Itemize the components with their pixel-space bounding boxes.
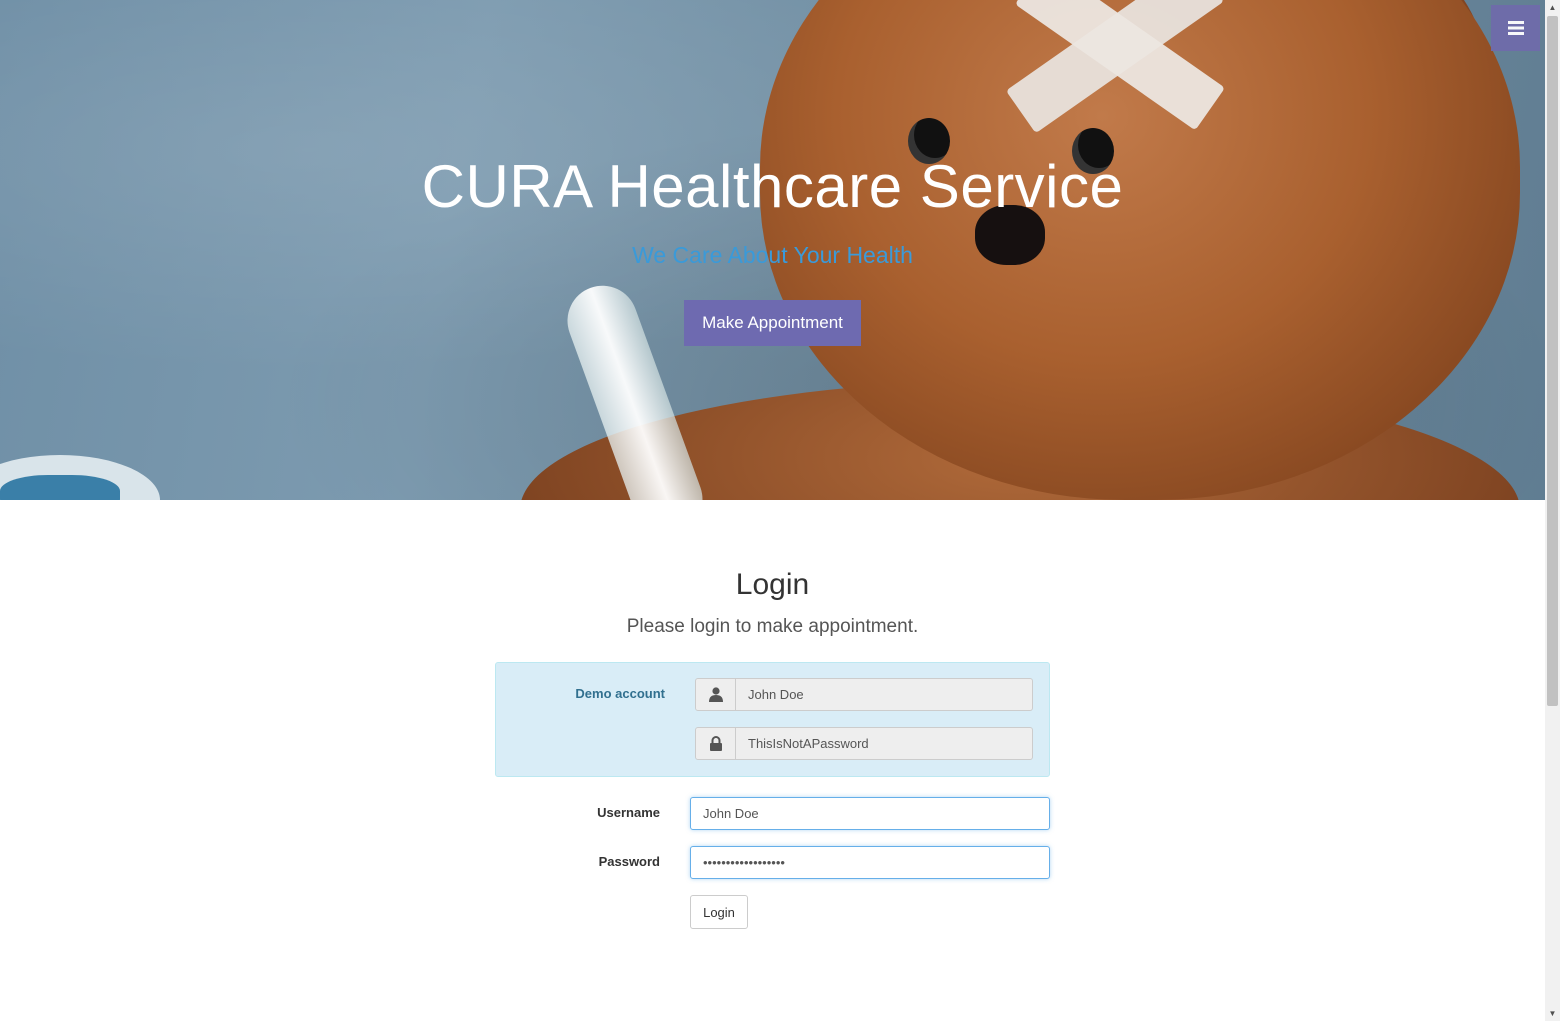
demo-account-label: Demo account: [575, 686, 665, 701]
demo-username-addon: [695, 678, 736, 711]
username-input[interactable]: [690, 797, 1050, 830]
hero-subtitle: We Care About Your Health: [632, 242, 913, 268]
make-appointment-button[interactable]: Make Appointment: [684, 300, 861, 346]
demo-username-group: [695, 678, 1033, 711]
password-label: Password: [598, 854, 660, 869]
lock-icon: [709, 736, 722, 751]
user-icon: [708, 687, 723, 702]
hero-title: CURA Healthcare Service: [421, 153, 1124, 220]
demo-password-group: [695, 727, 1033, 760]
login-button[interactable]: Login: [690, 895, 748, 929]
page: CURA Healthcare Service We Care About Yo…: [0, 0, 1545, 1021]
hero-banner: CURA Healthcare Service We Care About Yo…: [0, 0, 1545, 500]
login-subtitle: Please login to make appointment.: [626, 616, 919, 637]
scrollbar-thumb[interactable]: [1547, 16, 1558, 706]
demo-password-field[interactable]: [736, 727, 1033, 760]
password-input[interactable]: [690, 846, 1050, 879]
scroll-down-arrow-icon[interactable]: ▼: [1545, 1006, 1560, 1021]
demo-password-addon: [695, 727, 736, 760]
demo-username-field[interactable]: [736, 678, 1033, 711]
menu-toggle-button[interactable]: [1491, 5, 1540, 51]
hero-decoration: [0, 475, 120, 500]
username-label: Username: [597, 805, 660, 820]
login-title: Login: [735, 568, 810, 601]
vertical-scrollbar[interactable]: ▲ ▼: [1545, 0, 1560, 1021]
scroll-up-arrow-icon[interactable]: ▲: [1545, 0, 1560, 15]
menu-icon: [1507, 21, 1524, 35]
